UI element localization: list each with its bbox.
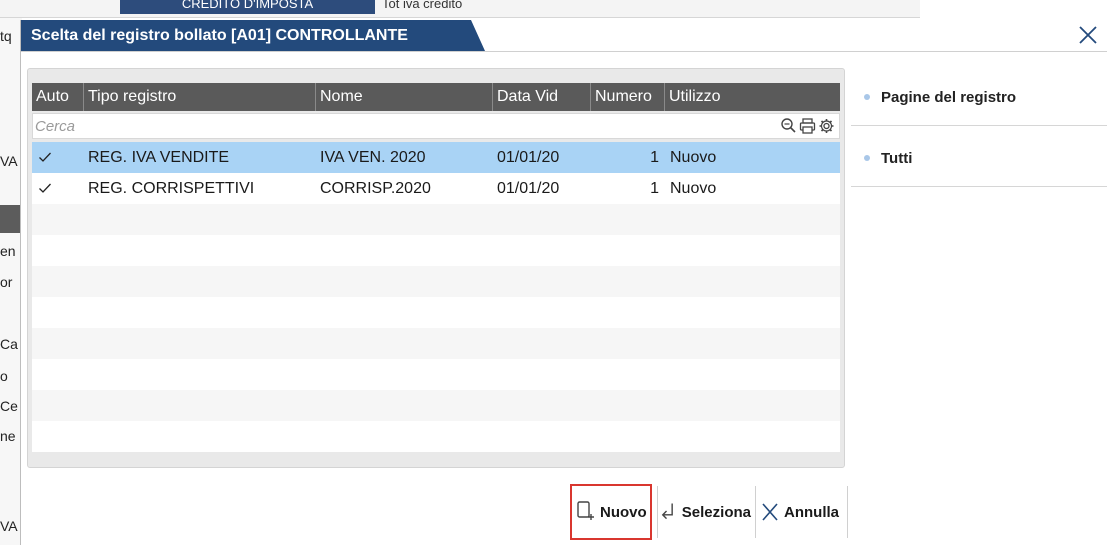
background-text: or xyxy=(0,274,13,290)
registro-dialog: Scelta del registro bollato [A01] CONTRO… xyxy=(20,20,1107,545)
cell-nome: CORRISP.2020 xyxy=(320,180,431,197)
column-header-utilizzo[interactable]: Utilizzo xyxy=(665,83,840,111)
cell-numero: 1 xyxy=(650,149,659,166)
grid-tools xyxy=(780,117,835,135)
nuovo-label: Nuovo xyxy=(600,503,647,521)
bullet-icon xyxy=(864,94,870,100)
side-item-label: Tutti xyxy=(881,150,913,167)
enter-arrow-icon xyxy=(661,503,673,520)
search-row xyxy=(32,113,840,139)
cell-data-vid: 01/01/20 xyxy=(497,180,560,197)
cell-utilizzo: Nuovo xyxy=(670,180,717,197)
background-text: en xyxy=(0,243,16,259)
dialog-title-bar: Scelta del registro bollato [A01] CONTRO… xyxy=(21,20,1107,52)
background-left-strip: tq VA en or Ca o Ce ne VA xyxy=(0,18,22,545)
table-row[interactable]: REG. CORRISPETTIVI CORRISP.2020 01/01/20… xyxy=(32,173,840,204)
grid-header: Auto Tipo registro Nome Data Vid Numero … xyxy=(32,83,840,111)
cell-data-vid: 01/01/20 xyxy=(497,149,560,166)
zoom-icon[interactable] xyxy=(780,117,797,135)
background-text: VA xyxy=(0,153,18,169)
close-button[interactable] xyxy=(1076,23,1100,47)
empty-row xyxy=(32,390,840,421)
background-text: Ca xyxy=(0,336,18,352)
nuovo-button[interactable]: Nuovo xyxy=(570,484,652,540)
new-document-icon xyxy=(577,501,594,520)
column-header-numero[interactable]: Numero xyxy=(591,83,665,111)
search-input[interactable] xyxy=(35,116,735,136)
dialog-title: Scelta del registro bollato [A01] CONTRO… xyxy=(21,20,485,51)
column-header-data-vid[interactable]: Data Vid xyxy=(493,83,591,111)
background-text: VA xyxy=(0,518,18,534)
cell-tipo-registro: REG. CORRISPETTIVI xyxy=(88,180,255,197)
gear-icon[interactable] xyxy=(818,117,835,135)
grid-rows: REG. IVA VENDITE IVA VEN. 2020 01/01/20 … xyxy=(32,142,840,452)
cell-nome: IVA VEN. 2020 xyxy=(320,149,426,166)
empty-row xyxy=(32,297,840,328)
annulla-label: Annulla xyxy=(784,503,839,521)
check-icon xyxy=(39,183,51,193)
divider xyxy=(657,486,658,538)
annulla-button[interactable]: Annulla xyxy=(760,484,844,540)
empty-row xyxy=(32,266,840,297)
empty-row xyxy=(32,204,840,235)
empty-row xyxy=(32,421,840,452)
background-tab-credito: CREDITO D'IMPOSTA xyxy=(120,0,375,14)
background-text: Ce xyxy=(0,398,18,414)
side-nav: Pagine del registro Tutti xyxy=(851,65,1107,187)
empty-row xyxy=(32,235,840,266)
side-item-label: Pagine del registro xyxy=(881,89,1017,106)
registro-grid: Auto Tipo registro Nome Data Vid Numero … xyxy=(27,68,845,468)
background-tab-tot-iva: Tot iva credito xyxy=(382,0,463,11)
empty-row xyxy=(32,359,840,390)
cell-utilizzo: Nuovo xyxy=(670,149,717,166)
cell-tipo-registro: REG. IVA VENDITE xyxy=(88,149,230,166)
divider xyxy=(755,486,756,538)
bullet-icon xyxy=(864,155,870,161)
divider xyxy=(847,486,848,538)
background-text: o xyxy=(0,368,8,384)
background-bar xyxy=(0,205,20,233)
column-header-tipo-registro[interactable]: Tipo registro xyxy=(84,83,316,111)
seleziona-label: Seleziona xyxy=(681,503,751,521)
print-icon[interactable] xyxy=(799,117,816,135)
cell-numero: 1 xyxy=(650,180,659,197)
background-text: tq xyxy=(0,28,12,44)
side-item-pagine-registro[interactable]: Pagine del registro xyxy=(851,65,1107,126)
seleziona-button[interactable]: Seleziona xyxy=(659,484,751,540)
column-header-auto[interactable]: Auto xyxy=(32,83,84,111)
column-header-nome[interactable]: Nome xyxy=(316,83,493,111)
cancel-icon xyxy=(762,503,778,521)
empty-row xyxy=(32,328,840,359)
side-item-tutti[interactable]: Tutti xyxy=(851,126,1107,187)
background-text: ne xyxy=(0,428,16,444)
close-icon xyxy=(1079,26,1097,44)
table-row[interactable]: REG. IVA VENDITE IVA VEN. 2020 01/01/20 … xyxy=(32,142,840,173)
check-icon xyxy=(39,152,51,162)
